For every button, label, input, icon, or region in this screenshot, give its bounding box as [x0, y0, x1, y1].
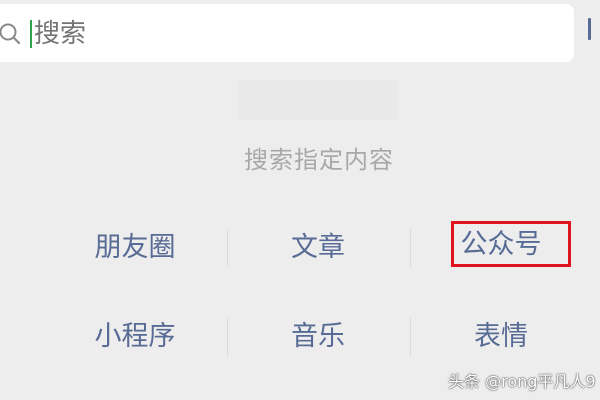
category-stickers[interactable]: 表情: [411, 312, 591, 362]
search-icon: [0, 22, 22, 46]
watermark: 头条 @rong平凡人9: [448, 372, 596, 391]
text-cursor: [30, 20, 32, 48]
category-moments[interactable]: 朋友圈: [45, 223, 225, 273]
category-mini-programs[interactable]: 小程序: [45, 312, 225, 362]
ghost-placeholder: [238, 80, 398, 120]
search-input[interactable]: [34, 14, 534, 54]
category-articles[interactable]: 文章: [228, 223, 408, 273]
highlight-box: [451, 221, 571, 267]
cancel-button[interactable]: [588, 18, 591, 40]
category-music[interactable]: 音乐: [228, 312, 408, 362]
section-title: 搜索指定内容: [244, 146, 394, 174]
search-bar[interactable]: [0, 4, 574, 62]
